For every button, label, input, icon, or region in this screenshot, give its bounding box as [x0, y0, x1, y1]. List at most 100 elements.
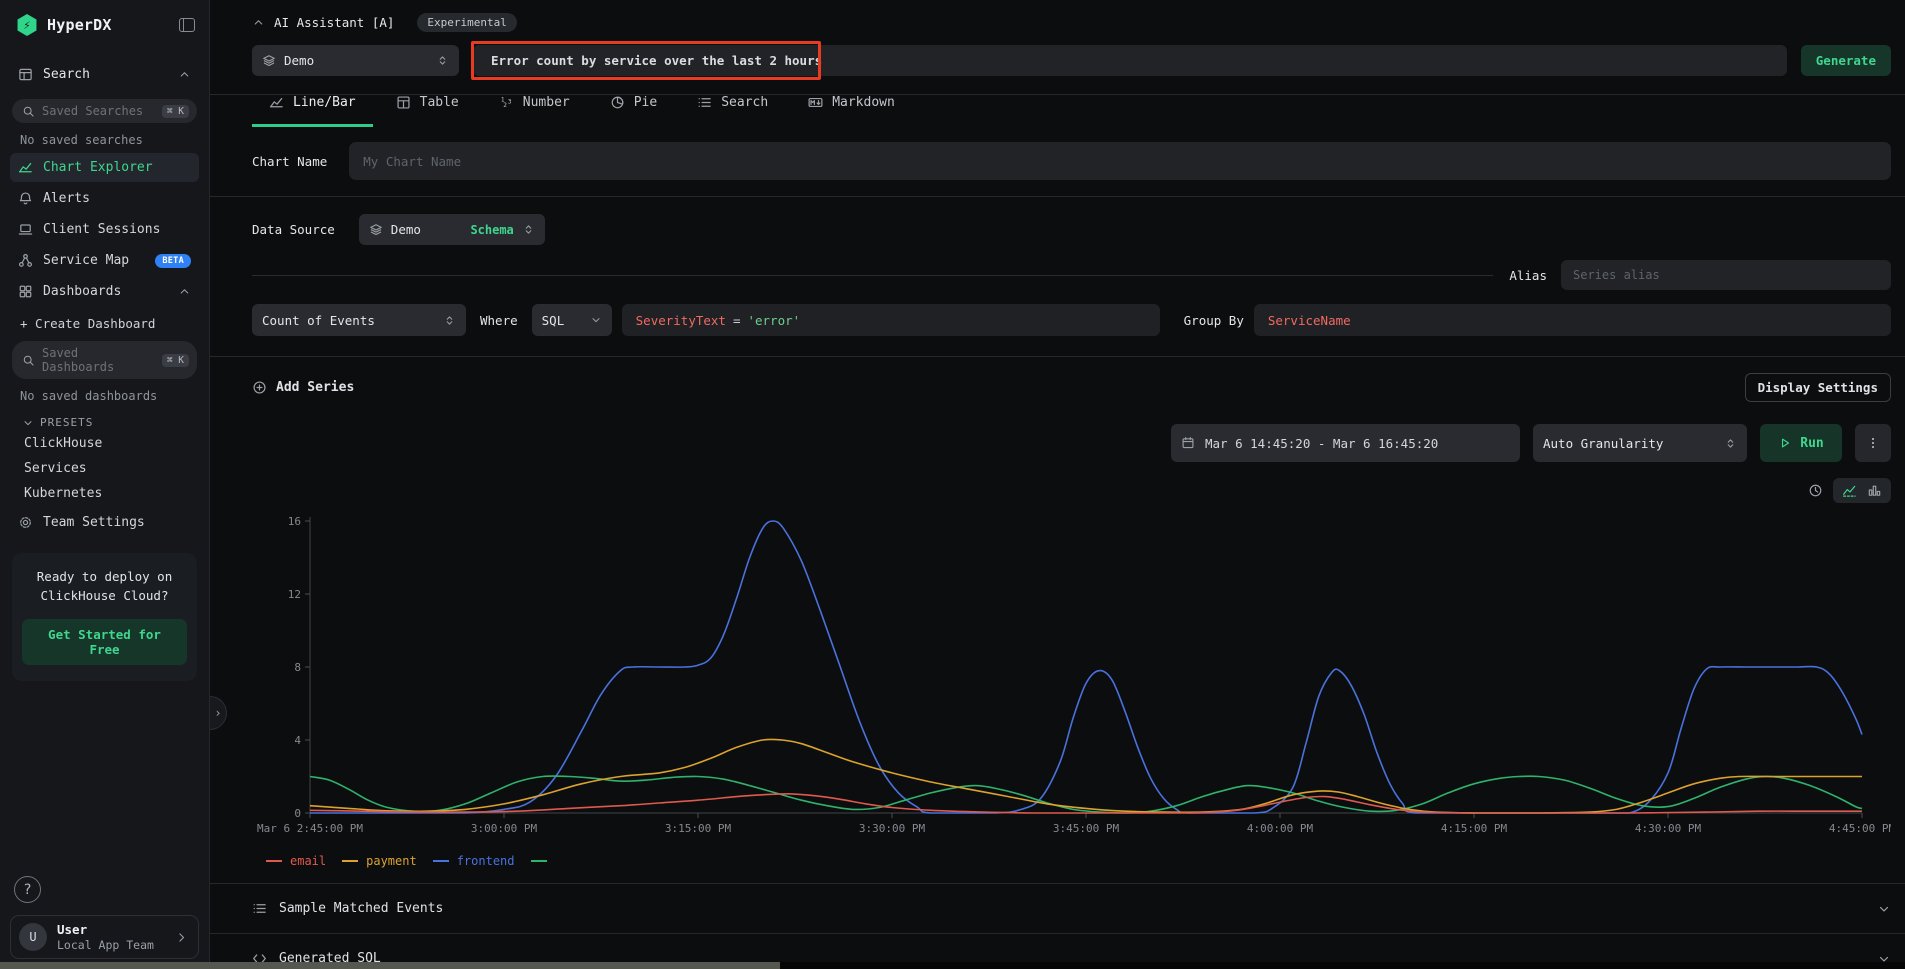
kebab-icon [1866, 436, 1880, 450]
generate-button[interactable]: Generate [1801, 45, 1891, 76]
help-button[interactable]: ? [14, 876, 41, 903]
sidebar-item-chart-explorer[interactable]: Chart Explorer [10, 153, 199, 182]
granularity-select[interactable]: Auto Granularity [1533, 424, 1747, 462]
group-by-input[interactable]: ServiceName [1254, 304, 1891, 336]
grid-icon [18, 284, 33, 299]
sidebar-nav: Chart Explorer Alerts Client Sessions Servi… [10, 151, 199, 306]
tab-line-bar[interactable]: Line/Bar [252, 95, 373, 127]
legend-label: payment [366, 854, 417, 868]
create-dashboard-button[interactable]: + Create Dashboard [10, 306, 199, 333]
user-menu[interactable]: U User Local App Team [10, 915, 199, 959]
sidebar-item-client-sessions[interactable]: Client Sessions [10, 215, 199, 244]
schema-link[interactable]: Schema [470, 223, 513, 237]
legend-item-email[interactable]: email [266, 854, 326, 868]
preset-item-services[interactable]: Services [10, 456, 199, 481]
ai-assistant-panel: AI Assistant [A] Experimental Demo Gener… [210, 0, 1905, 95]
select-chevrons-icon [1724, 437, 1737, 450]
legend-item-payment[interactable]: payment [342, 854, 417, 868]
sidebar-item-dashboards[interactable]: Dashboards [10, 277, 199, 306]
no-saved-searches-text: No saved searches [10, 123, 199, 151]
divider [210, 356, 1905, 357]
user-team: Local App Team [57, 938, 165, 952]
saved-searches-input[interactable]: Saved Searches ⌘ K [12, 99, 197, 123]
display-settings-button[interactable]: Display Settings [1745, 373, 1891, 402]
ai-source-select[interactable]: Demo [252, 45, 459, 76]
service-map-icon [18, 253, 33, 268]
panel-sample-matched-events[interactable]: Sample Matched Events [210, 883, 1905, 933]
tab-markdown[interactable]: Markdown [791, 95, 912, 127]
chevron-up-icon [178, 68, 191, 81]
layers-icon [262, 54, 276, 68]
tab-number[interactable]: 123 Number [482, 95, 587, 127]
search-icon [22, 105, 35, 118]
tab-pie[interactable]: Pie [593, 95, 674, 127]
clock-icon[interactable] [1808, 483, 1823, 498]
date-range-picker[interactable]: Mar 6 14:45:20 - Mar 6 16:45:20 [1171, 424, 1520, 462]
sidebar-item-alerts[interactable]: Alerts [10, 184, 199, 213]
tab-table[interactable]: Table [379, 95, 476, 127]
chart-name-input[interactable] [349, 142, 1891, 180]
svg-text:16: 16 [288, 515, 301, 528]
line-chart-icon[interactable] [1842, 483, 1857, 498]
markdown-icon [808, 95, 823, 110]
svg-text:2: 2 [503, 102, 507, 109]
sidebar-item-label: Chart Explorer [43, 160, 153, 175]
svg-text:3:00:00 PM: 3:00:00 PM [471, 822, 538, 835]
legend-swatch [266, 860, 282, 862]
more-options-button[interactable] [1855, 424, 1891, 462]
legend-label: frontend [457, 854, 515, 868]
sidebar-item-search[interactable]: Search [10, 58, 199, 91]
select-chevrons-icon [522, 223, 535, 236]
series-line-email [310, 794, 1862, 813]
get-started-button[interactable]: Get Started for Free [22, 619, 187, 665]
svg-text:3:15:00 PM: 3:15:00 PM [665, 822, 732, 835]
saved-dashboards-input[interactable]: Saved Dashboards ⌘ K [12, 341, 197, 379]
list-icon [252, 901, 267, 916]
add-series-button[interactable]: Add Series [252, 380, 354, 395]
presets-section-header[interactable]: PRESETS [10, 407, 199, 431]
sidebar-item-service-map[interactable]: Service MapBETA [10, 246, 199, 275]
chevron-up-icon [178, 285, 191, 298]
select-chevrons-icon [436, 54, 449, 67]
plus-circle-icon [252, 380, 267, 395]
tab-label: Pie [634, 95, 657, 110]
sidebar-collapse-icon[interactable] [179, 18, 195, 32]
sidebar-item-label: Client Sessions [43, 222, 160, 237]
svg-text:4: 4 [294, 734, 301, 747]
number-icon: 123 [499, 95, 514, 110]
where-expression-input[interactable]: SeverityText = 'error' [622, 304, 1160, 336]
sidebar-item-team-settings[interactable]: Team Settings [10, 508, 199, 537]
legend-label: email [290, 854, 326, 868]
tab-search[interactable]: Search [680, 95, 785, 127]
panel-label: Sample Matched Events [279, 901, 443, 916]
chevron-up-icon[interactable] [252, 16, 265, 29]
select-chevrons-icon [443, 314, 456, 327]
preset-item-kubernetes[interactable]: Kubernetes [10, 481, 199, 506]
aggregation-select[interactable]: Count of Events [252, 304, 466, 336]
shortcut-badge: ⌘ K [162, 105, 189, 118]
legend-item-frontend[interactable]: frontend [433, 854, 515, 868]
ai-query-input[interactable] [473, 45, 1787, 76]
series-alias-input[interactable] [1561, 260, 1891, 290]
no-saved-dashboards-text: No saved dashboards [10, 379, 199, 407]
tab-label: Table [420, 95, 459, 110]
presets-list: ClickHouseServicesKubernetes [10, 431, 199, 506]
language-select[interactable]: SQL [532, 304, 612, 336]
sidebar: ⚡ HyperDX Search Saved Searches ⌘ K No s… [0, 0, 210, 969]
legend-swatch [342, 860, 358, 862]
run-button[interactable]: Run [1760, 424, 1842, 462]
preset-item-clickhouse[interactable]: ClickHouse [10, 431, 199, 456]
bar-chart-icon[interactable] [1867, 483, 1882, 498]
chart-style-toggle [1833, 478, 1891, 503]
line-chart[interactable]: 0481216Mar 6 2:45:00 PM3:00:00 PM3:15:00… [252, 505, 1891, 843]
svg-text:8: 8 [294, 661, 301, 674]
tab-label: Number [523, 95, 570, 110]
chevron-down-icon [1877, 902, 1891, 916]
data-source-select[interactable]: Demo Schema [359, 214, 545, 245]
chart-legend: email payment frontend [266, 851, 1891, 871]
legend-item-unnamed[interactable] [531, 860, 547, 862]
svg-text:3:45:00 PM: 3:45:00 PM [1053, 822, 1120, 835]
chevron-right-icon [175, 931, 188, 944]
where-label: Where [480, 313, 518, 328]
ai-assistant-title: AI Assistant [A] [274, 15, 394, 30]
